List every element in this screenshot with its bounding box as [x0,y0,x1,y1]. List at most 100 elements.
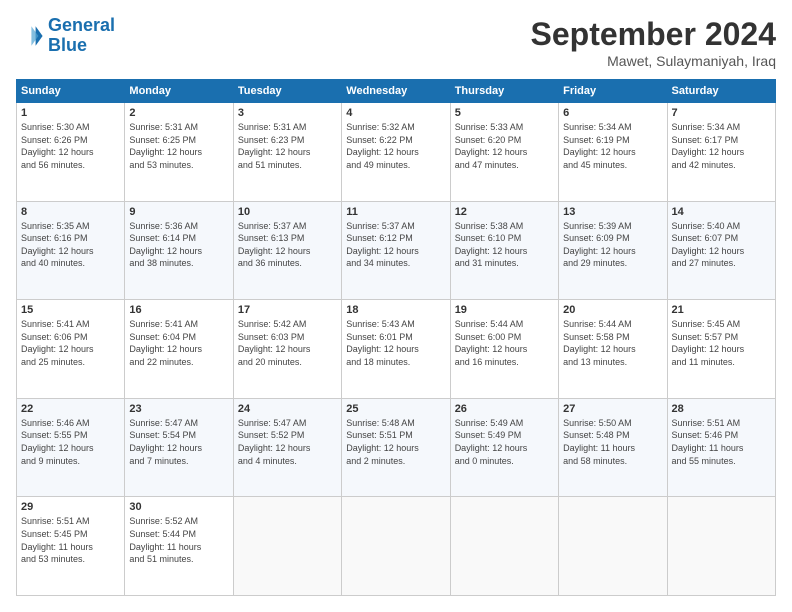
weekday-header-row: SundayMondayTuesdayWednesdayThursdayFrid… [17,80,776,103]
week-row-3: 15 Sunrise: 5:41 AM Sunset: 6:06 PM Dayli… [17,300,776,399]
day-number: 23 [129,403,228,415]
day-info: Sunrise: 5:36 AM Sunset: 6:14 PM Dayligh… [129,220,228,270]
day-number: 22 [21,403,120,415]
day-info: Sunrise: 5:40 AM Sunset: 6:07 PM Dayligh… [672,220,771,270]
weekday-header-saturday: Saturday [667,80,775,103]
weekday-header-thursday: Thursday [450,80,558,103]
day-number: 18 [346,304,445,316]
week-row-5: 29Sunrise: 5:51 AM Sunset: 5:45 PM Dayli… [17,497,776,596]
location: Mawet, Sulaymaniyah, Iraq [531,53,776,69]
weekday-header-monday: Monday [125,80,233,103]
calendar-cell: 12Sunrise: 5:38 AM Sunset: 6:10 PM Dayli… [450,201,558,300]
calendar-cell: 6 Sunrise: 5:34 AM Sunset: 6:19 PM Daylig… [559,103,667,202]
logo-text: General Blue [48,16,115,56]
calendar-cell: 27 Sunrise: 5:50 AM Sunset: 5:48 PM Dayli… [559,398,667,497]
calendar-cell [667,497,775,596]
calendar-cell: 17 Sunrise: 5:42 AM Sunset: 6:03 PM Dayli… [233,300,341,399]
day-info: Sunrise: 5:46 AM Sunset: 5:55 PM Dayligh… [21,417,120,467]
day-info: Sunrise: 5:51 AM Sunset: 5:46 PM Dayligh… [672,417,771,467]
calendar-cell: 20 Sunrise: 5:44 AM Sunset: 5:58 PM Dayli… [559,300,667,399]
calendar-cell: 1 Sunrise: 5:30 AM Sunset: 6:26 PM Daylig… [17,103,125,202]
calendar-cell: 23Sunrise: 5:47 AM Sunset: 5:54 PM Dayli… [125,398,233,497]
day-number: 20 [563,304,662,316]
calendar-cell: 7Sunrise: 5:34 AM Sunset: 6:17 PM Daylig… [667,103,775,202]
calendar-cell [233,497,341,596]
calendar-cell: 25 Sunrise: 5:48 AM Sunset: 5:51 PM Dayli… [342,398,450,497]
day-info: Sunrise: 5:34 AM Sunset: 6:17 PM Dayligh… [672,121,771,171]
day-info: Sunrise: 5:35 AM Sunset: 6:16 PM Dayligh… [21,220,120,270]
calendar-cell: 28 Sunrise: 5:51 AM Sunset: 5:46 PM Dayli… [667,398,775,497]
calendar-cell: 22 Sunrise: 5:46 AM Sunset: 5:55 PM Dayli… [17,398,125,497]
calendar-cell: 15 Sunrise: 5:41 AM Sunset: 6:06 PM Dayli… [17,300,125,399]
calendar-cell: 24Sunrise: 5:47 AM Sunset: 5:52 PM Dayli… [233,398,341,497]
header: General Blue September 2024 Mawet, Sulay… [16,16,776,69]
month-title: September 2024 [531,16,776,53]
day-number: 27 [563,403,662,415]
day-info: Sunrise: 5:42 AM Sunset: 6:03 PM Dayligh… [238,318,337,368]
week-row-1: 1 Sunrise: 5:30 AM Sunset: 6:26 PM Daylig… [17,103,776,202]
day-number: 2 [129,107,228,119]
logo-line1: General [48,15,115,35]
day-info: Sunrise: 5:37 AM Sunset: 6:13 PM Dayligh… [238,220,337,270]
calendar-cell: 30 Sunrise: 5:52 AM Sunset: 5:44 PM Dayli… [125,497,233,596]
weekday-header-sunday: Sunday [17,80,125,103]
day-info: Sunrise: 5:34 AM Sunset: 6:19 PM Dayligh… [563,121,662,171]
day-number: 1 [21,107,120,119]
calendar-cell: 3 Sunrise: 5:31 AM Sunset: 6:23 PM Daylig… [233,103,341,202]
day-number: 6 [563,107,662,119]
day-number: 5 [455,107,554,119]
day-number: 15 [21,304,120,316]
day-info: Sunrise: 5:43 AM Sunset: 6:01 PM Dayligh… [346,318,445,368]
day-number: 25 [346,403,445,415]
day-info: Sunrise: 5:31 AM Sunset: 6:25 PM Dayligh… [129,121,228,171]
calendar-cell [450,497,558,596]
day-info: Sunrise: 5:30 AM Sunset: 6:26 PM Dayligh… [21,121,120,171]
calendar-cell: 8Sunrise: 5:35 AM Sunset: 6:16 PM Daylig… [17,201,125,300]
day-number: 10 [238,206,337,218]
day-number: 30 [129,501,228,513]
calendar-cell: 2 Sunrise: 5:31 AM Sunset: 6:25 PM Daylig… [125,103,233,202]
day-info: Sunrise: 5:41 AM Sunset: 6:04 PM Dayligh… [129,318,228,368]
week-row-4: 22 Sunrise: 5:46 AM Sunset: 5:55 PM Dayli… [17,398,776,497]
week-row-2: 8Sunrise: 5:35 AM Sunset: 6:16 PM Daylig… [17,201,776,300]
calendar-cell: 19 Sunrise: 5:44 AM Sunset: 6:00 PM Dayli… [450,300,558,399]
calendar-cell: 26 Sunrise: 5:49 AM Sunset: 5:49 PM Dayli… [450,398,558,497]
day-number: 21 [672,304,771,316]
calendar-cell: 10 Sunrise: 5:37 AM Sunset: 6:13 PM Dayli… [233,201,341,300]
day-number: 11 [346,206,445,218]
calendar-cell: 13 Sunrise: 5:39 AM Sunset: 6:09 PM Dayli… [559,201,667,300]
day-info: Sunrise: 5:48 AM Sunset: 5:51 PM Dayligh… [346,417,445,467]
day-number: 13 [563,206,662,218]
calendar-cell: 21 Sunrise: 5:45 AM Sunset: 5:57 PM Dayli… [667,300,775,399]
day-number: 16 [129,304,228,316]
calendar-cell: 9Sunrise: 5:36 AM Sunset: 6:14 PM Daylig… [125,201,233,300]
calendar-cell [342,497,450,596]
day-info: Sunrise: 5:31 AM Sunset: 6:23 PM Dayligh… [238,121,337,171]
day-info: Sunrise: 5:44 AM Sunset: 6:00 PM Dayligh… [455,318,554,368]
day-number: 17 [238,304,337,316]
day-info: Sunrise: 5:50 AM Sunset: 5:48 PM Dayligh… [563,417,662,467]
calendar-cell: 18 Sunrise: 5:43 AM Sunset: 6:01 PM Dayli… [342,300,450,399]
weekday-header-tuesday: Tuesday [233,80,341,103]
day-number: 28 [672,403,771,415]
logo: General Blue [16,16,115,56]
logo-icon [16,22,44,50]
day-info: Sunrise: 5:44 AM Sunset: 5:58 PM Dayligh… [563,318,662,368]
day-info: Sunrise: 5:41 AM Sunset: 6:06 PM Dayligh… [21,318,120,368]
day-info: Sunrise: 5:45 AM Sunset: 5:57 PM Dayligh… [672,318,771,368]
title-area: September 2024 Mawet, Sulaymaniyah, Iraq [531,16,776,69]
day-number: 24 [238,403,337,415]
weekday-header-wednesday: Wednesday [342,80,450,103]
calendar-cell: 14Sunrise: 5:40 AM Sunset: 6:07 PM Dayli… [667,201,775,300]
day-info: Sunrise: 5:39 AM Sunset: 6:09 PM Dayligh… [563,220,662,270]
day-info: Sunrise: 5:49 AM Sunset: 5:49 PM Dayligh… [455,417,554,467]
day-number: 26 [455,403,554,415]
calendar-table: SundayMondayTuesdayWednesdayThursdayFrid… [16,79,776,596]
day-number: 12 [455,206,554,218]
calendar-cell: 5 Sunrise: 5:33 AM Sunset: 6:20 PM Daylig… [450,103,558,202]
day-number: 19 [455,304,554,316]
day-number: 3 [238,107,337,119]
day-info: Sunrise: 5:52 AM Sunset: 5:44 PM Dayligh… [129,515,228,565]
day-info: Sunrise: 5:33 AM Sunset: 6:20 PM Dayligh… [455,121,554,171]
day-info: Sunrise: 5:32 AM Sunset: 6:22 PM Dayligh… [346,121,445,171]
